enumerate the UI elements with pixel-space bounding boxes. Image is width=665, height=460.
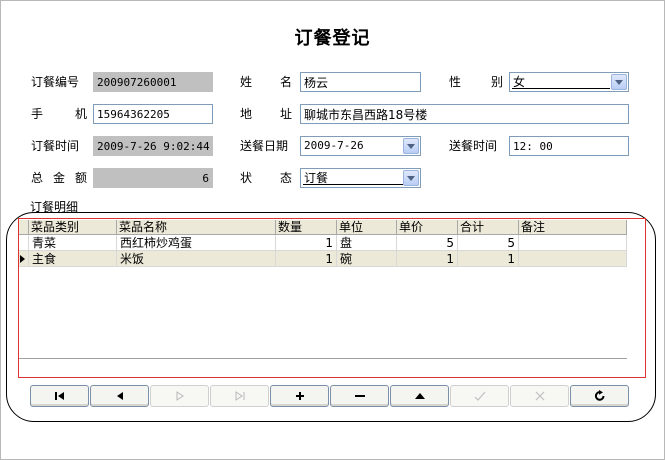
post-icon xyxy=(474,391,485,401)
total-label: 总金额 xyxy=(31,171,87,185)
grid-indicator-header xyxy=(19,220,29,235)
edit-record-button[interactable] xyxy=(390,385,449,407)
column-header-price[interactable]: 单价 xyxy=(397,220,458,235)
delivery-time-label: 送餐时间 xyxy=(449,139,498,153)
gender-label: 性别 xyxy=(449,75,503,89)
prior-record-icon xyxy=(116,392,123,400)
delivery-date-value: 2009-7-26 xyxy=(304,139,364,152)
insert-icon xyxy=(295,392,304,400)
grid-divider xyxy=(19,358,627,359)
first-record-icon xyxy=(54,392,64,400)
cell-price[interactable]: 5 xyxy=(397,235,458,251)
column-header-dish[interactable]: 菜品名称 xyxy=(117,220,276,235)
chevron-down-icon[interactable] xyxy=(403,170,419,186)
refresh-icon xyxy=(594,390,604,401)
delete-record-button[interactable] xyxy=(330,385,389,407)
address-label: 地址 xyxy=(240,107,292,121)
insert-record-button[interactable] xyxy=(270,385,329,407)
column-header-qty[interactable]: 数量 xyxy=(276,220,337,235)
order-time-field: 2009-7-26 9:02:44 xyxy=(93,136,213,156)
details-grid[interactable]: 菜品类别 菜品名称 数量 单位 单价 合计 备注 青菜 西红柿炒鸡蛋 1 盘 5… xyxy=(19,220,627,360)
post-record-button[interactable] xyxy=(450,385,509,407)
cell-unit[interactable]: 盘 xyxy=(337,235,397,251)
chevron-down-icon[interactable] xyxy=(611,74,627,90)
column-header-category[interactable]: 菜品类别 xyxy=(29,220,117,235)
next-record-button[interactable] xyxy=(150,385,209,407)
cell-remark[interactable] xyxy=(519,235,627,251)
row-indicator xyxy=(19,235,29,251)
address-input[interactable]: 聊城市东昌西路18号楼 xyxy=(300,104,629,124)
prior-record-button[interactable] xyxy=(90,385,149,407)
cell-unit[interactable]: 碗 xyxy=(337,251,397,267)
status-label: 状态 xyxy=(240,171,292,185)
row-indicator xyxy=(19,251,29,267)
order-no-label: 订餐编号 xyxy=(31,75,80,89)
table-row[interactable]: 青菜 西红柿炒鸡蛋 1 盘 5 5 xyxy=(19,235,627,251)
phone-label: 手机 xyxy=(31,107,87,121)
name-input[interactable]: 杨云 xyxy=(300,72,421,92)
column-header-subtotal[interactable]: 合计 xyxy=(458,220,519,235)
cell-qty[interactable]: 1 xyxy=(276,251,337,267)
table-row[interactable]: 主食 米饭 1 碗 1 1 xyxy=(19,251,627,267)
cell-dish[interactable]: 米饭 xyxy=(117,251,276,267)
first-record-button[interactable] xyxy=(30,385,89,407)
column-header-unit[interactable]: 单位 xyxy=(337,220,397,235)
phone-input[interactable]: 15964362205 xyxy=(93,104,213,124)
refresh-button[interactable] xyxy=(570,385,629,407)
status-select[interactable]: 订餐 xyxy=(300,168,421,188)
cell-category[interactable]: 青菜 xyxy=(29,235,117,251)
total-field: 6 xyxy=(93,168,213,188)
delete-icon xyxy=(354,395,365,397)
name-label: 姓名 xyxy=(240,75,292,89)
cell-remark[interactable] xyxy=(519,251,627,267)
last-record-button[interactable] xyxy=(210,385,269,407)
delivery-time-input[interactable]: 12: 00 xyxy=(509,136,629,156)
delivery-date-picker[interactable]: 2009-7-26 xyxy=(300,136,421,156)
cancel-edit-button[interactable] xyxy=(510,385,569,407)
order-time-label: 订餐时间 xyxy=(31,139,80,153)
cell-subtotal[interactable]: 1 xyxy=(458,251,519,267)
cancel-icon xyxy=(535,391,544,401)
delivery-date-label: 送餐日期 xyxy=(240,139,289,153)
column-header-remark[interactable]: 备注 xyxy=(519,220,627,235)
cell-qty[interactable]: 1 xyxy=(276,235,337,251)
edit-icon xyxy=(414,393,425,399)
cell-price[interactable]: 1 xyxy=(397,251,458,267)
chevron-down-icon[interactable] xyxy=(403,138,419,154)
page-title: 订餐登记 xyxy=(294,28,371,49)
next-record-icon xyxy=(176,391,184,401)
gender-select[interactable]: 女 xyxy=(509,72,629,92)
cell-subtotal[interactable]: 5 xyxy=(458,235,519,251)
order-no-field: 200907260001 xyxy=(93,72,213,92)
cell-dish[interactable]: 西红柿炒鸡蛋 xyxy=(117,235,276,251)
cell-category[interactable]: 主食 xyxy=(29,251,117,267)
current-row-icon xyxy=(20,255,25,263)
last-record-icon xyxy=(235,391,244,401)
